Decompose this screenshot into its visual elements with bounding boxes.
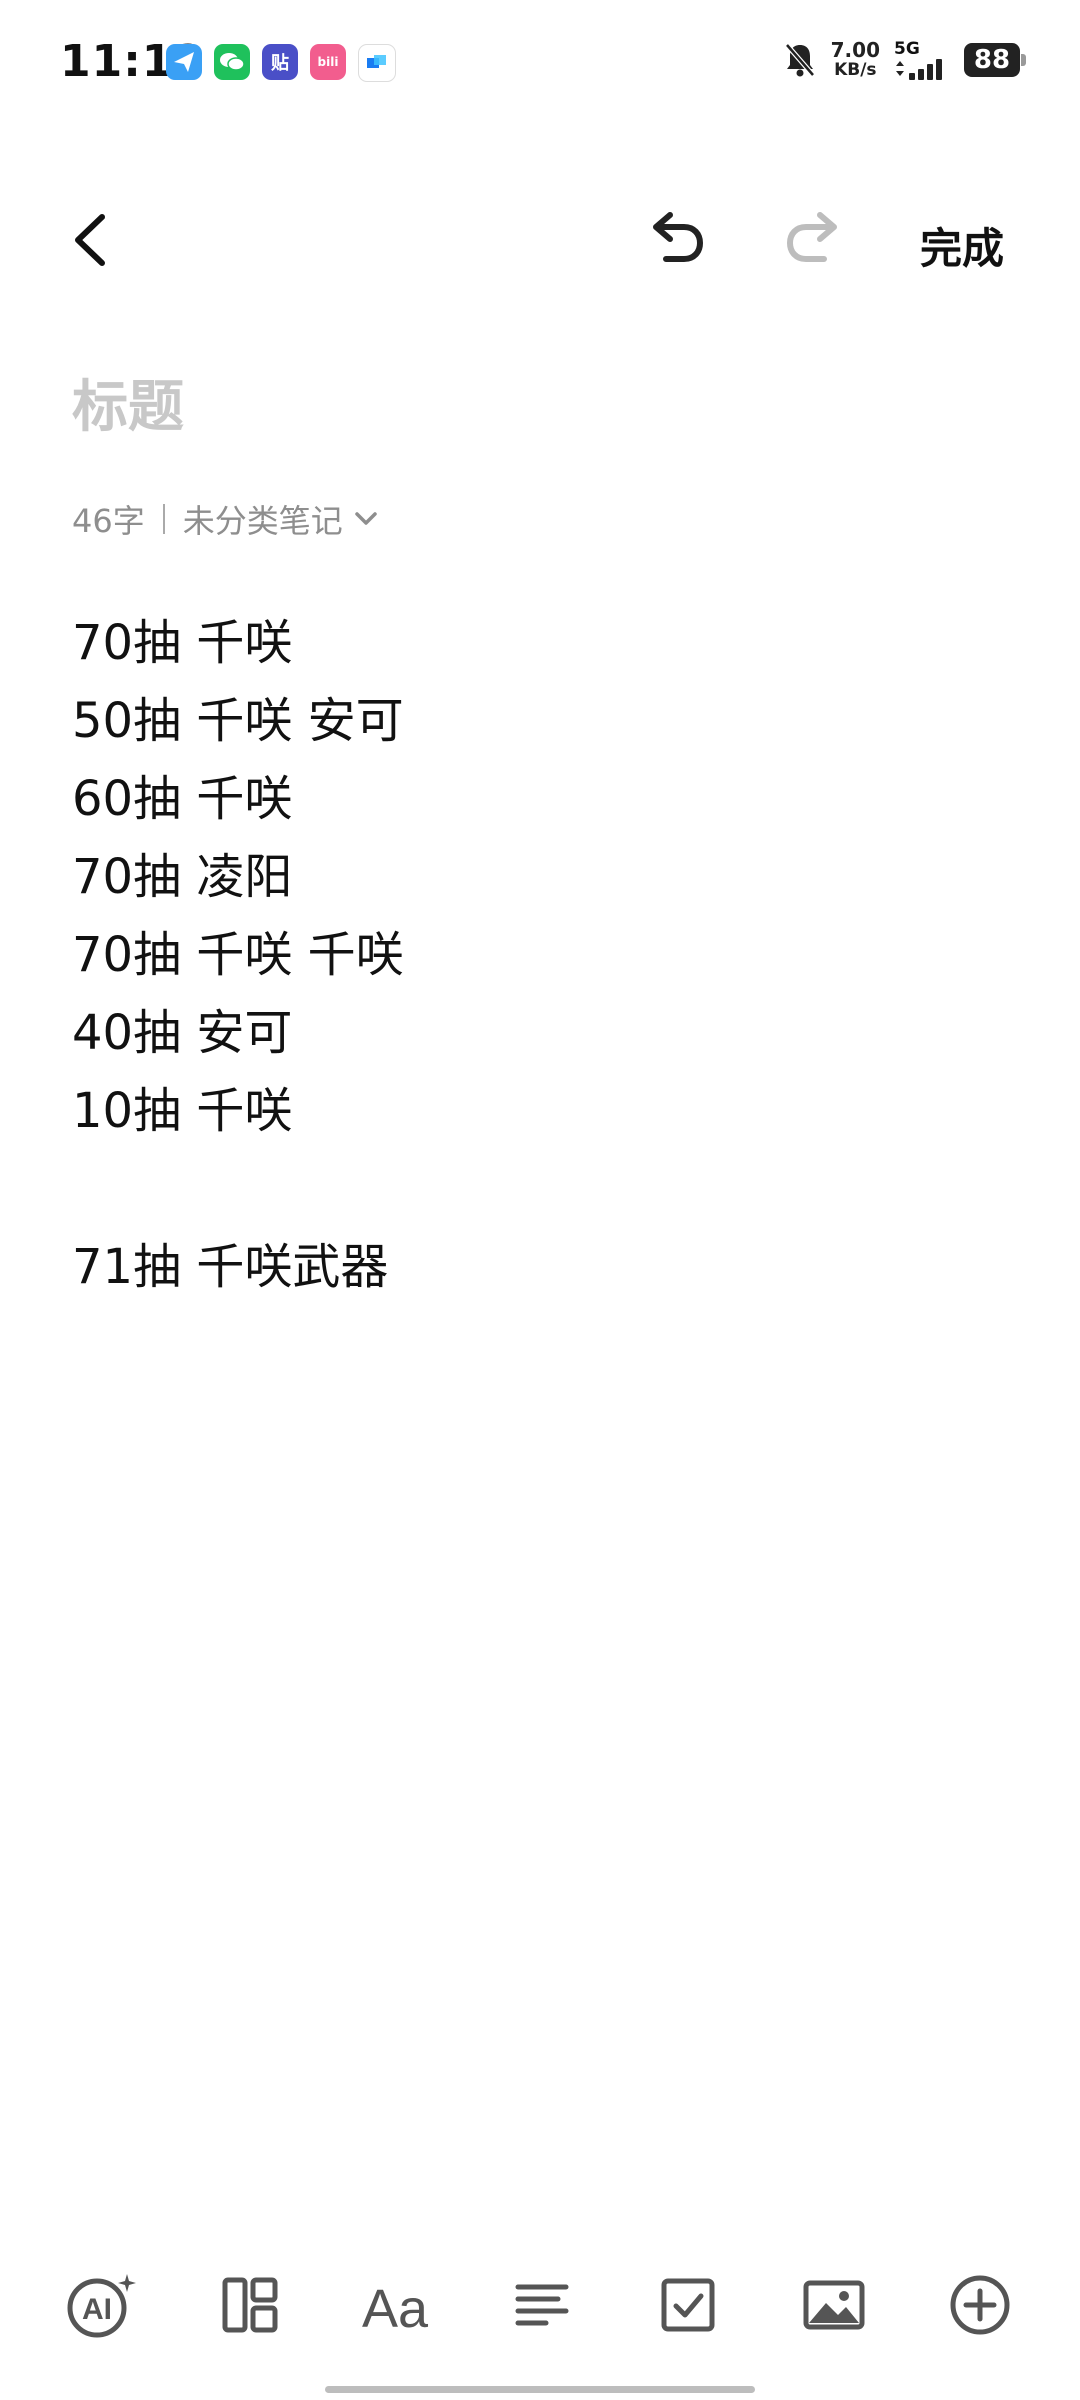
chevron-left-icon bbox=[75, 214, 105, 266]
align-button[interactable] bbox=[502, 2270, 582, 2340]
image-button[interactable] bbox=[794, 2270, 874, 2340]
text-format-icon: Aa bbox=[362, 2279, 429, 2335]
done-button[interactable]: 完成 bbox=[920, 215, 1004, 276]
status-bar: 11:12 贴 bili 7.00 KB/s 5G 88 bbox=[0, 0, 1080, 130]
ai-icon: AI bbox=[67, 2274, 136, 2338]
back-button[interactable] bbox=[64, 207, 124, 273]
undo-icon bbox=[653, 212, 704, 262]
signal: 5G bbox=[894, 40, 950, 80]
chevron-down-icon bbox=[355, 512, 377, 525]
dingtalk-icon bbox=[358, 44, 396, 82]
category-selector[interactable]: 未分类笔记 bbox=[183, 496, 379, 542]
note-line: 71抽 千咲武器 bbox=[72, 1239, 389, 1295]
text-format-button[interactable]: Aa bbox=[355, 2270, 435, 2340]
network-type: 5G bbox=[894, 39, 920, 59]
checklist-button[interactable] bbox=[648, 2270, 728, 2340]
feishu-icon bbox=[166, 44, 202, 80]
editor-toolbar: 完成 bbox=[0, 195, 1080, 285]
add-button[interactable] bbox=[940, 2270, 1020, 2340]
meta-divider bbox=[162, 504, 165, 534]
note-line: 70抽 千咲 千咲 bbox=[72, 927, 404, 983]
network-speed-unit: KB/s bbox=[834, 60, 877, 80]
note-meta: 46字 未分类笔记 bbox=[72, 496, 379, 542]
notification-icons: 贴 bili bbox=[166, 44, 396, 82]
bell-muted-icon bbox=[784, 43, 815, 77]
category-label: 未分类笔记 bbox=[182, 502, 343, 540]
note-line: 60抽 千咲 bbox=[72, 771, 293, 827]
battery-indicator: 88 bbox=[964, 43, 1026, 77]
char-count: 46字 bbox=[72, 502, 145, 540]
format-toolbar: AI Aa bbox=[0, 2250, 1080, 2360]
title-input[interactable] bbox=[72, 375, 972, 440]
redo-button[interactable] bbox=[780, 205, 850, 275]
note-line bbox=[72, 1150, 1012, 1228]
layout-icon bbox=[222, 2277, 278, 2333]
note-line: 50抽 千咲 安可 bbox=[72, 693, 404, 749]
ai-button[interactable]: AI bbox=[62, 2270, 142, 2340]
align-icon bbox=[515, 2284, 569, 2326]
svg-text:Aa: Aa bbox=[362, 2279, 429, 2335]
signal-bars-icon bbox=[896, 59, 942, 80]
tieba-icon: 贴 bbox=[262, 44, 298, 80]
add-icon bbox=[950, 2275, 1010, 2335]
checklist-icon bbox=[661, 2278, 715, 2332]
note-line: 10抽 千咲 bbox=[72, 1083, 293, 1139]
undo-button[interactable] bbox=[640, 205, 710, 275]
layout-button[interactable] bbox=[210, 2270, 290, 2340]
redo-icon bbox=[786, 212, 837, 262]
note-line: 70抽 千咲 bbox=[72, 615, 293, 671]
image-icon bbox=[803, 2280, 865, 2330]
home-indicator[interactable] bbox=[325, 2386, 755, 2393]
network-speed: 7.00 KB/s bbox=[831, 40, 880, 80]
note-body[interactable]: 70抽 千咲 50抽 千咲 安可 60抽 千咲 70抽 凌阳 70抽 千咲 千咲… bbox=[72, 604, 1012, 1306]
status-right: 7.00 KB/s 5G 88 bbox=[783, 40, 1026, 80]
network-speed-value: 7.00 bbox=[830, 38, 880, 62]
wechat-icon bbox=[214, 44, 250, 80]
note-line: 70抽 凌阳 bbox=[72, 849, 293, 905]
note-line: 40抽 安可 bbox=[72, 1005, 293, 1061]
bilibili-icon: bili bbox=[310, 44, 346, 80]
svg-text:AI: AI bbox=[82, 2293, 112, 2326]
